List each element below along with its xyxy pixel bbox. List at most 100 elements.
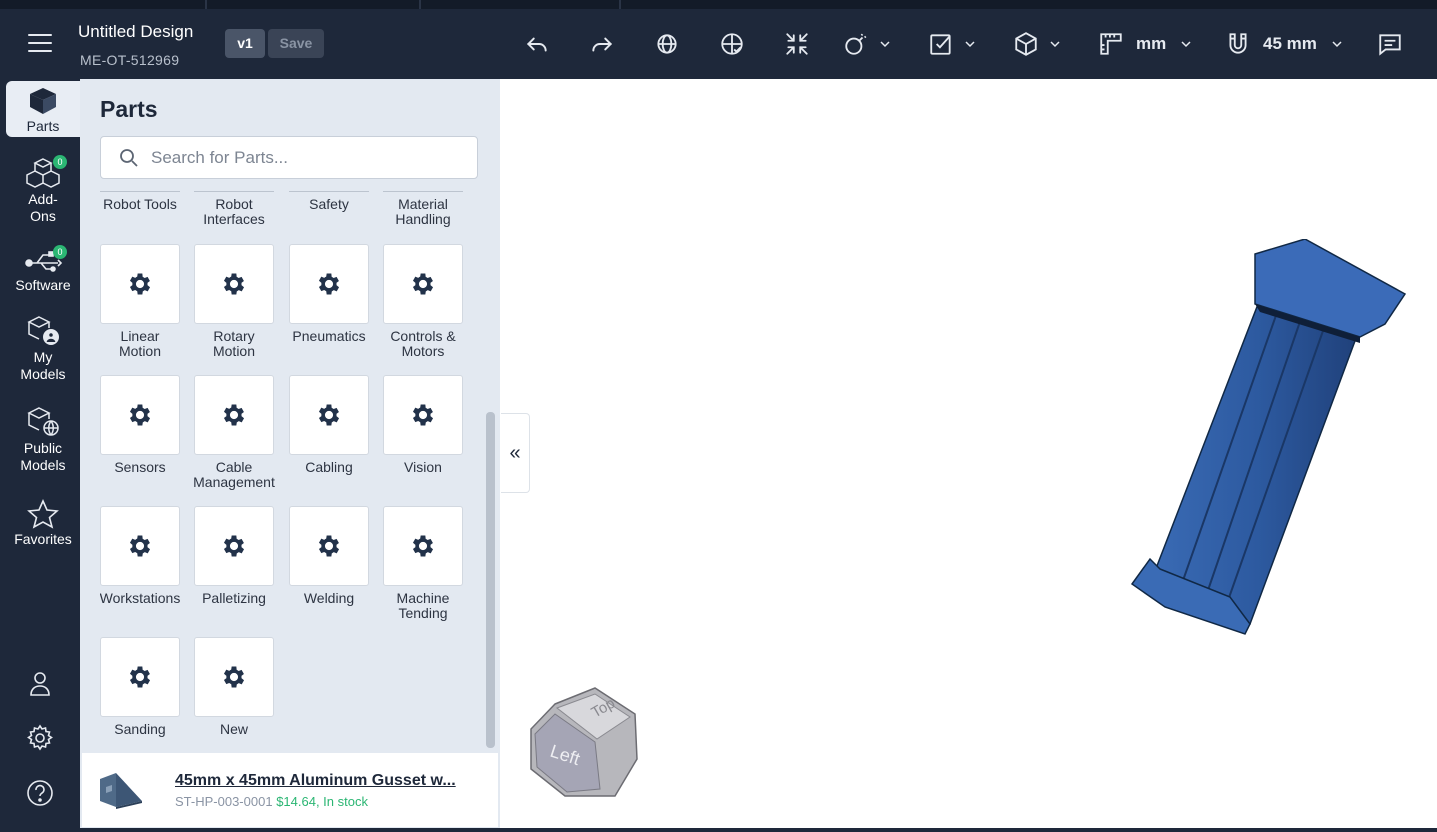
view-cube-dropdown[interactable] xyxy=(1013,29,1061,59)
save-button[interactable]: Save xyxy=(268,29,324,58)
category-grid: Robot Tools Robot Interfaces Safety Mate… xyxy=(100,187,480,753)
comments-button[interactable] xyxy=(1377,29,1403,59)
globe-cube-icon xyxy=(27,407,59,436)
top-toolbar: Untitled Design ME-OT-512969 v1 Save mm … xyxy=(0,9,1437,79)
category-tile-image xyxy=(289,244,369,324)
notification-badge: 0 xyxy=(53,245,67,259)
check-dropdown[interactable] xyxy=(928,29,976,59)
category-robot-interfaces[interactable]: Robot Interfaces xyxy=(194,191,274,227)
panel-scrollbar[interactable] xyxy=(486,412,495,748)
crosshair-check-icon xyxy=(721,33,743,55)
undo-button[interactable] xyxy=(524,29,550,59)
category-tile-image xyxy=(100,637,180,717)
product-preview-card[interactable]: 45mm x 45mm Aluminum Gusset w... ST-HP-0… xyxy=(82,753,498,827)
checkbox-icon xyxy=(930,34,951,55)
collapse-panel-button[interactable]: « xyxy=(501,413,530,493)
category-label: Pneumatics xyxy=(292,328,366,344)
gear-icon[interactable] xyxy=(26,724,54,752)
category-tile-image xyxy=(100,506,180,586)
gear-icon xyxy=(412,404,434,426)
window-top-strip xyxy=(0,0,1437,9)
category-safety[interactable]: Safety xyxy=(289,191,369,212)
category-tile[interactable]: Palletizing xyxy=(194,506,274,606)
gear-icon xyxy=(412,273,434,295)
gear-icon xyxy=(223,273,245,295)
category-tile[interactable]: Cable Management xyxy=(193,375,275,490)
units-dropdown[interactable]: mm xyxy=(1098,29,1192,59)
chevron-down-icon xyxy=(880,41,890,48)
orbit-button[interactable] xyxy=(654,29,680,59)
parts-panel: Parts Robot Tools Robot Interfaces Safet… xyxy=(80,79,500,832)
gear-icon xyxy=(129,666,151,688)
frame-button[interactable] xyxy=(719,29,745,59)
gear-icon xyxy=(129,404,151,426)
search-input[interactable] xyxy=(151,137,471,178)
3d-model-linear-actuator[interactable] xyxy=(1120,239,1420,639)
chevron-down-icon xyxy=(1332,41,1342,48)
category-tile[interactable]: Machine Tending xyxy=(383,506,463,621)
redo-button[interactable] xyxy=(589,29,615,59)
nav-item-label: Favorites xyxy=(14,531,72,547)
design-title[interactable]: Untitled Design xyxy=(78,22,193,42)
nav-item-public-models[interactable]: Public Models xyxy=(6,406,80,473)
snap-dropdown[interactable]: 45 mm xyxy=(1225,29,1343,59)
category-tile[interactable]: New xyxy=(194,637,274,737)
view-cube[interactable]: Top Left xyxy=(525,684,645,804)
category-tile-image xyxy=(383,506,463,586)
ruler-icon xyxy=(1100,33,1122,55)
gear-icon xyxy=(223,535,245,557)
user-icon[interactable] xyxy=(26,669,54,697)
category-tile-image xyxy=(194,506,274,586)
category-tile[interactable]: Rotary Motion xyxy=(194,244,274,359)
category-tile[interactable]: Sanding xyxy=(100,637,180,737)
gear-icon xyxy=(412,535,434,557)
left-nav: Parts Add- Ons 0 Software 0 My Models Pu… xyxy=(0,79,80,832)
category-label: Machine Tending xyxy=(396,590,450,621)
tab-strip-segment xyxy=(207,0,421,9)
chevron-down-icon xyxy=(1050,41,1060,48)
fit-view-button[interactable] xyxy=(784,29,810,59)
design-id: ME-OT-512969 xyxy=(80,52,180,68)
category-tile-image xyxy=(289,506,369,586)
nav-item-add-ons[interactable]: Add- Ons 0 xyxy=(6,155,80,224)
category-tile[interactable]: Sensors xyxy=(100,375,180,475)
category-tile[interactable]: Workstations xyxy=(100,506,180,606)
3d-viewport[interactable]: Top Left xyxy=(500,79,1437,828)
version-badge[interactable]: v1 xyxy=(225,29,265,58)
category-tile-image xyxy=(289,375,369,455)
snap-value: 45 mm xyxy=(1263,34,1317,53)
category-tile[interactable]: Cabling xyxy=(289,375,369,475)
gear-icon xyxy=(223,404,245,426)
gear-icon xyxy=(129,273,151,295)
menu-icon[interactable] xyxy=(28,34,52,54)
category-tile[interactable]: Welding xyxy=(289,506,369,606)
tab-strip-segment xyxy=(0,0,207,9)
product-name[interactable]: 45mm x 45mm Aluminum Gusset w... xyxy=(175,772,456,790)
nav-item-parts[interactable]: Parts xyxy=(6,81,80,137)
category-label: Workstations xyxy=(100,590,181,606)
category-label: Rotary Motion xyxy=(212,328,256,359)
category-label: Controls & Motors xyxy=(390,328,456,359)
category-label: Cable Management xyxy=(193,459,275,490)
search-icon xyxy=(120,149,138,167)
tab-strip-segment xyxy=(421,0,621,9)
magnet-icon xyxy=(1229,33,1247,54)
category-label: New xyxy=(219,721,248,737)
nav-item-label: Software xyxy=(15,277,71,293)
category-tile[interactable]: Linear Motion xyxy=(100,244,180,359)
nav-item-my-models[interactable]: My Models xyxy=(6,315,80,382)
collapse-arrows-icon xyxy=(786,33,808,55)
category-material-handling[interactable]: Material Handling xyxy=(383,191,463,227)
gear-icon xyxy=(318,273,340,295)
gear-icon xyxy=(129,535,151,557)
category-tile[interactable]: Pneumatics xyxy=(289,244,369,344)
category-robot-tools[interactable]: Robot Tools xyxy=(100,191,180,212)
explode-dropdown[interactable] xyxy=(843,29,891,59)
help-icon[interactable] xyxy=(26,779,54,807)
nav-item-label: My Models xyxy=(20,349,66,382)
nav-item-favorites[interactable]: Favorites xyxy=(6,499,80,547)
nav-item-software[interactable]: Software 0 xyxy=(6,245,80,293)
category-tile[interactable]: Vision xyxy=(383,375,463,475)
category-tile-image xyxy=(194,244,274,324)
category-tile[interactable]: Controls & Motors xyxy=(383,244,463,359)
